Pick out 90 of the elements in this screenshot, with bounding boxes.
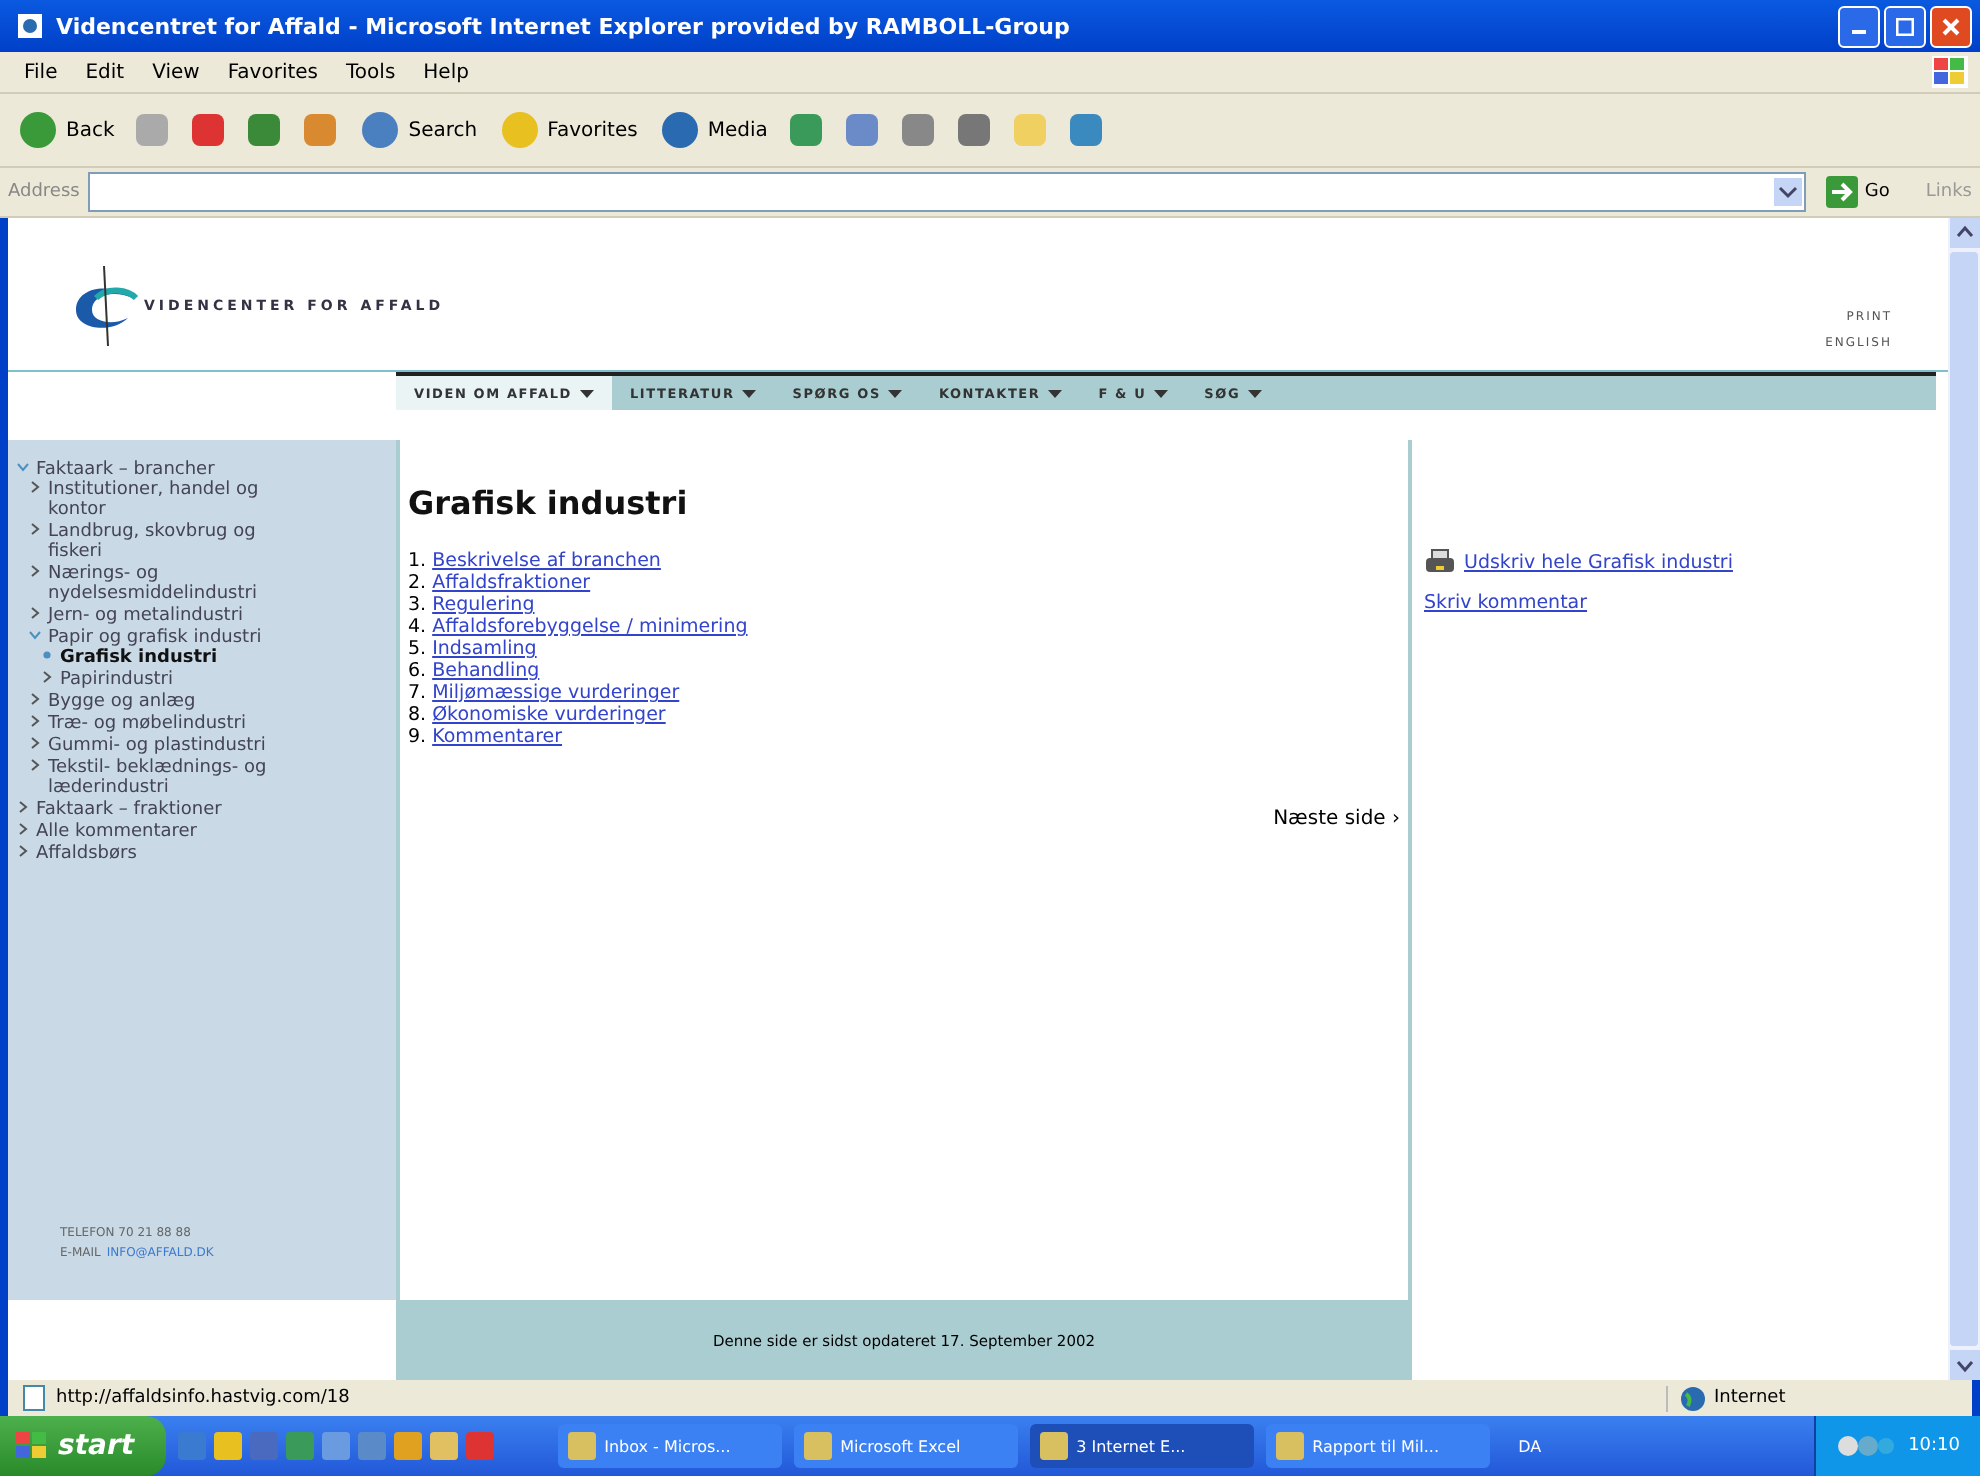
side-link[interactable]: Udskriv hele Grafisk industri: [1464, 551, 1733, 573]
scroll-thumb[interactable]: [1950, 252, 1978, 1346]
app-icon: [804, 1432, 833, 1460]
caret-icon: [579, 389, 594, 397]
list-number: 1.: [408, 550, 427, 572]
taskbar-button[interactable]: 3 Internet E...: [1030, 1424, 1255, 1468]
maximize-icon: [1896, 17, 1914, 35]
sidebar-link[interactable]: Nærings- og nydelsesmiddelindustri: [48, 564, 308, 604]
app-icon: [568, 1432, 597, 1460]
caret-icon: [1248, 389, 1263, 397]
sidebar-link[interactable]: Landbrug, skovbrug og fiskeri: [48, 522, 308, 562]
close-icon: [1942, 17, 1960, 35]
sidebar-link[interactable]: Papirindustri: [60, 670, 173, 690]
sidebar-link[interactable]: Grafisk industri: [60, 648, 218, 668]
scroll-up-icon[interactable]: [1949, 218, 1979, 248]
minimize-icon: [1852, 30, 1866, 34]
quick-launch-icon[interactable]: [214, 1432, 243, 1460]
list-number: 7.: [408, 682, 427, 704]
go-arrow-icon: [1826, 176, 1859, 208]
contents-link[interactable]: Beskrivelse af branchen: [432, 550, 661, 572]
sidebar-link[interactable]: Tekstil- beklædnings- og læderindustri: [48, 758, 308, 798]
toolbar-button[interactable]: Favorites: [493, 108, 642, 152]
contents-link[interactable]: Affaldsfraktioner: [432, 572, 591, 594]
window-title: Videncentret for Affald - Microsoft Internet Explorer provided by RAMBOLL-Group: [56, 13, 1072, 39]
windows-flag-icon: [1932, 56, 1968, 88]
quick-launch-icon[interactable]: [430, 1432, 459, 1460]
close-button[interactable]: [1930, 5, 1972, 47]
menu-item[interactable]: Favorites: [215, 61, 331, 83]
sidebar-link[interactable]: Gummi- og plastindustri: [48, 736, 266, 756]
status-url: http://affaldsinfo.hastvig.com/18: [56, 1388, 352, 1408]
sidebar-link[interactable]: Jern- og metalindustri: [48, 606, 244, 626]
contents-link[interactable]: Affaldsforebyggelse / minimering: [432, 616, 748, 638]
caret-icon: [1154, 389, 1169, 397]
page-icon: [20, 1384, 48, 1412]
page-icon: [16, 12, 44, 40]
go-button[interactable]: Go: [1814, 174, 1902, 210]
list-number: 9.: [408, 726, 427, 748]
list-number: 8.: [408, 704, 427, 726]
list-number: 5.: [408, 638, 427, 660]
side-link[interactable]: Skriv kommentar: [1424, 592, 1588, 614]
contents-link[interactable]: Miljømæssige vurderinger: [432, 682, 680, 704]
quick-launch-icon[interactable]: [322, 1432, 351, 1460]
contents-link[interactable]: Regulering: [432, 594, 535, 616]
toolbar-button[interactable]: Back: [12, 108, 119, 152]
caret-icon: [888, 389, 903, 397]
toolbar-button[interactable]: Media: [653, 108, 772, 152]
sidebar-link[interactable]: Faktaark – fraktioner: [36, 800, 222, 820]
menu-item[interactable]: Help: [411, 61, 481, 83]
menu-item[interactable]: View: [140, 61, 212, 83]
contents-link[interactable]: Indsamling: [432, 638, 537, 660]
taskbar-button[interactable]: Microsoft Excel: [794, 1424, 1019, 1468]
menu-item[interactable]: File: [12, 61, 70, 83]
list-number: 6.: [408, 660, 427, 682]
menu-item[interactable]: Edit: [73, 61, 137, 83]
sidebar-link[interactable]: Træ- og møbelindustri: [48, 714, 246, 734]
scrollbar[interactable]: [1948, 218, 1980, 1380]
taskbar-button[interactable]: Inbox - Micros...: [558, 1424, 783, 1468]
quick-launch-icon[interactable]: [286, 1432, 315, 1460]
tray-icon[interactable]: [1836, 1432, 1897, 1460]
contents-link[interactable]: Kommentarer: [432, 726, 563, 748]
toolbar-button[interactable]: Search: [354, 108, 482, 152]
page-heading: Grafisk industri: [408, 484, 690, 522]
quick-launch-icon[interactable]: [394, 1432, 423, 1460]
address-label: Address: [8, 182, 80, 202]
taskbar-button[interactable]: Rapport til Mil...: [1266, 1424, 1491, 1468]
caret-icon: [1048, 389, 1063, 397]
menu-item[interactable]: Tools: [334, 61, 408, 83]
next-page-link[interactable]: Næste side ›: [1273, 808, 1400, 830]
list-number: 2.: [408, 572, 427, 594]
windows-flag-icon: [16, 1432, 48, 1460]
sidebar-link[interactable]: Faktaark – brancher: [36, 460, 215, 480]
zone-label: Internet: [1714, 1388, 1786, 1408]
sidebar-link[interactable]: Alle kommentarer: [36, 822, 198, 842]
language-indicator[interactable]: DA: [1502, 1437, 1558, 1455]
maximize-button[interactable]: [1884, 5, 1926, 47]
contents-link[interactable]: Økonomiske vurderinger: [432, 704, 666, 726]
sidebar-link[interactable]: Institutioner, handel og kontor: [48, 480, 308, 520]
caret-icon: [742, 389, 757, 397]
clock: 10:10: [1908, 1436, 1960, 1456]
minimize-button[interactable]: [1838, 5, 1880, 47]
list-number: 4.: [408, 616, 427, 638]
address-field[interactable]: [87, 172, 1807, 212]
sidebar-link[interactable]: Bygge og anlæg: [48, 692, 196, 712]
app-icon: [1040, 1432, 1069, 1460]
contents-link[interactable]: Behandling: [432, 660, 540, 682]
app-icon: [1276, 1432, 1305, 1460]
list-number: 3.: [408, 594, 427, 616]
sidebar-link[interactable]: Affaldsbørs: [36, 844, 137, 864]
sidebar-link[interactable]: Papir og grafisk industri: [48, 628, 262, 648]
scroll-down-icon[interactable]: [1949, 1350, 1979, 1380]
